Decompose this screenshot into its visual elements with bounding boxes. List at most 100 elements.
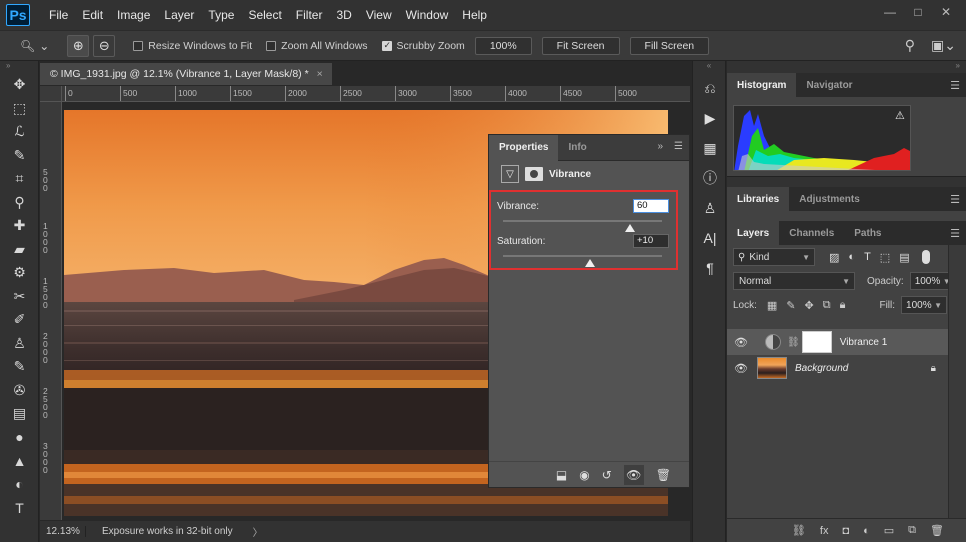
history-brush-tool-icon[interactable]: ✂: [0, 285, 39, 309]
adjustments-icon[interactable]: ▦: [693, 133, 727, 163]
menu-3d[interactable]: 3D: [329, 8, 358, 22]
clone-stamp-tool-icon[interactable]: ⚙: [0, 261, 39, 285]
layer-mask-icon[interactable]: [525, 167, 543, 181]
dodge-tool-icon[interactable]: ✇: [0, 379, 39, 403]
fit-screen-button[interactable]: Fit Screen: [541, 36, 620, 55]
scrubby-zoom-checkbox[interactable]: Scrubby Zoom: [381, 40, 465, 52]
blend-mode-select[interactable]: Normal ▼: [733, 272, 855, 290]
vibrance-slider-thumb[interactable]: [625, 224, 636, 232]
zoom-all-windows-checkbox[interactable]: Zoom All Windows: [266, 40, 368, 52]
layer-kind-filter[interactable]: ⚲ Kind ▼: [733, 248, 815, 266]
gradient-tool-icon[interactable]: ▤: [0, 402, 39, 426]
lock-all-icon[interactable]: 🔒︎: [840, 299, 846, 312]
actions-play-icon[interactable]: ▶: [693, 103, 727, 133]
menu-image[interactable]: Image: [110, 8, 157, 22]
paragraph-icon[interactable]: ¶: [693, 253, 727, 283]
link-layers-icon[interactable]: ⛓︎: [792, 524, 806, 537]
tab-histogram[interactable]: Histogram: [727, 73, 797, 97]
info-icon[interactable]: ⓘ: [693, 163, 727, 193]
tab-paths[interactable]: Paths: [844, 221, 891, 245]
maximize-button[interactable]: □: [906, 3, 930, 21]
paint-tool-icon[interactable]: ✎: [0, 355, 39, 379]
character-icon[interactable]: A|: [693, 223, 727, 253]
shape-filter-icon[interactable]: ⬚: [880, 251, 890, 264]
lock-pixels-icon[interactable]: ✎: [786, 299, 795, 312]
quick-select-tool-icon[interactable]: ✎: [0, 144, 39, 168]
view-previous-icon[interactable]: ◉: [579, 468, 589, 482]
type-filter-icon[interactable]: T: [864, 251, 871, 264]
stamp-tool-icon[interactable]: ♙: [0, 332, 39, 356]
filter-toggle[interactable]: [921, 250, 930, 264]
brush-tool-icon[interactable]: ▰: [0, 238, 39, 262]
trash-icon[interactable]: 🗑︎: [930, 524, 944, 537]
chevron-right-icon[interactable]: 〉: [253, 524, 263, 539]
pixel-filter-icon[interactable]: ▨: [829, 251, 839, 264]
type-tool-icon[interactable]: T: [0, 496, 39, 520]
menu-window[interactable]: Window: [399, 8, 456, 22]
new-adjustment-icon[interactable]: ◐: [863, 525, 870, 537]
new-group-icon[interactable]: ▭: [884, 524, 894, 537]
history-icon[interactable]: ⎌: [693, 73, 727, 103]
collapse-icon[interactable]: «: [693, 61, 725, 73]
tab-info[interactable]: Info: [558, 135, 596, 161]
fx-icon[interactable]: fx: [820, 525, 829, 537]
tab-libraries[interactable]: Libraries: [727, 187, 790, 211]
menu-file[interactable]: File: [42, 8, 75, 22]
lock-position-icon[interactable]: ✥: [805, 299, 814, 312]
clone-source-icon[interactable]: ♙: [693, 193, 727, 223]
search-icon[interactable]: ⚲: [905, 37, 915, 54]
warning-icon[interactable]: ⚠: [895, 109, 905, 122]
vibrance-input[interactable]: 60: [633, 199, 669, 213]
healing-brush-tool-icon[interactable]: ✚: [0, 214, 39, 238]
zoom-out-button[interactable]: ⊖: [93, 34, 116, 57]
saturation-input[interactable]: +10: [633, 234, 669, 248]
reset-icon[interactable]: ↺: [602, 468, 612, 482]
panel-menu-icon[interactable]: ☰: [950, 193, 960, 206]
tab-layers[interactable]: Layers: [727, 221, 780, 245]
visibility-icon[interactable]: 👁︎: [623, 464, 644, 485]
close-window-button[interactable]: ✕: [934, 3, 958, 21]
tab-navigator[interactable]: Navigator: [796, 73, 862, 97]
fill-input[interactable]: 100% ▼: [901, 296, 948, 314]
move-tool-icon[interactable]: ✥: [0, 73, 39, 97]
collapse-icon[interactable]: »: [0, 61, 38, 73]
vibrance-slider-track[interactable]: [503, 220, 662, 222]
menu-type[interactable]: Type: [201, 8, 241, 22]
artboard-icon[interactable]: ⧉: [823, 299, 831, 312]
minimize-button[interactable]: —: [878, 3, 902, 21]
add-mask-icon[interactable]: ◘: [842, 525, 849, 537]
sharpen-tool-icon[interactable]: ▲: [0, 449, 39, 473]
crop-tool-icon[interactable]: ⌗: [0, 167, 39, 191]
menu-filter[interactable]: Filter: [289, 8, 330, 22]
layers-scrollbar[interactable]: [948, 245, 966, 542]
blur-tool-icon[interactable]: ●: [0, 426, 39, 450]
clip-to-layer-icon[interactable]: ⬓: [556, 468, 567, 482]
eye-icon[interactable]: 👁︎: [727, 362, 755, 375]
zoom-100-button[interactable]: 100%: [474, 36, 532, 55]
saturation-slider-track[interactable]: [503, 255, 662, 257]
menu-help[interactable]: Help: [455, 8, 494, 22]
sponge-tool-icon[interactable]: ◐: [0, 473, 39, 497]
expand-icon[interactable]: »: [657, 141, 663, 152]
adjustment-filter-icon[interactable]: ◐: [848, 251, 855, 264]
new-layer-icon[interactable]: ⧉: [908, 524, 916, 537]
eyedropper-tool-icon[interactable]: ⚲: [0, 191, 39, 215]
menu-layer[interactable]: Layer: [157, 8, 201, 22]
layer-row-background[interactable]: 👁︎ Background 🔒︎: [727, 355, 948, 381]
layer-row-vibrance[interactable]: 👁︎ ⛓︎ Vibrance 1: [727, 329, 948, 355]
tool-preset-picker[interactable]: 🔍︎ ⌄: [20, 39, 49, 53]
menu-select[interactable]: Select: [241, 8, 288, 22]
panel-menu-icon[interactable]: ☰: [674, 141, 683, 152]
menu-edit[interactable]: Edit: [75, 8, 110, 22]
workspace-switcher-icon[interactable]: ▣⌄: [931, 37, 956, 54]
panel-menu-icon[interactable]: ☰: [950, 79, 960, 92]
menu-view[interactable]: View: [359, 8, 399, 22]
document-tab[interactable]: © IMG_1931.jpg @ 12.1% (Vibrance 1, Laye…: [40, 63, 332, 85]
layer-name[interactable]: Vibrance 1: [840, 337, 888, 348]
tab-adjustments[interactable]: Adjustments: [789, 187, 870, 211]
smart-object-filter-icon[interactable]: ▤: [899, 251, 909, 264]
lock-transparent-icon[interactable]: ▦: [767, 299, 777, 312]
eraser-tool-icon[interactable]: ✐: [0, 308, 39, 332]
resize-windows-checkbox[interactable]: Resize Windows to Fit: [133, 40, 252, 52]
layer-name[interactable]: Background: [795, 363, 848, 374]
